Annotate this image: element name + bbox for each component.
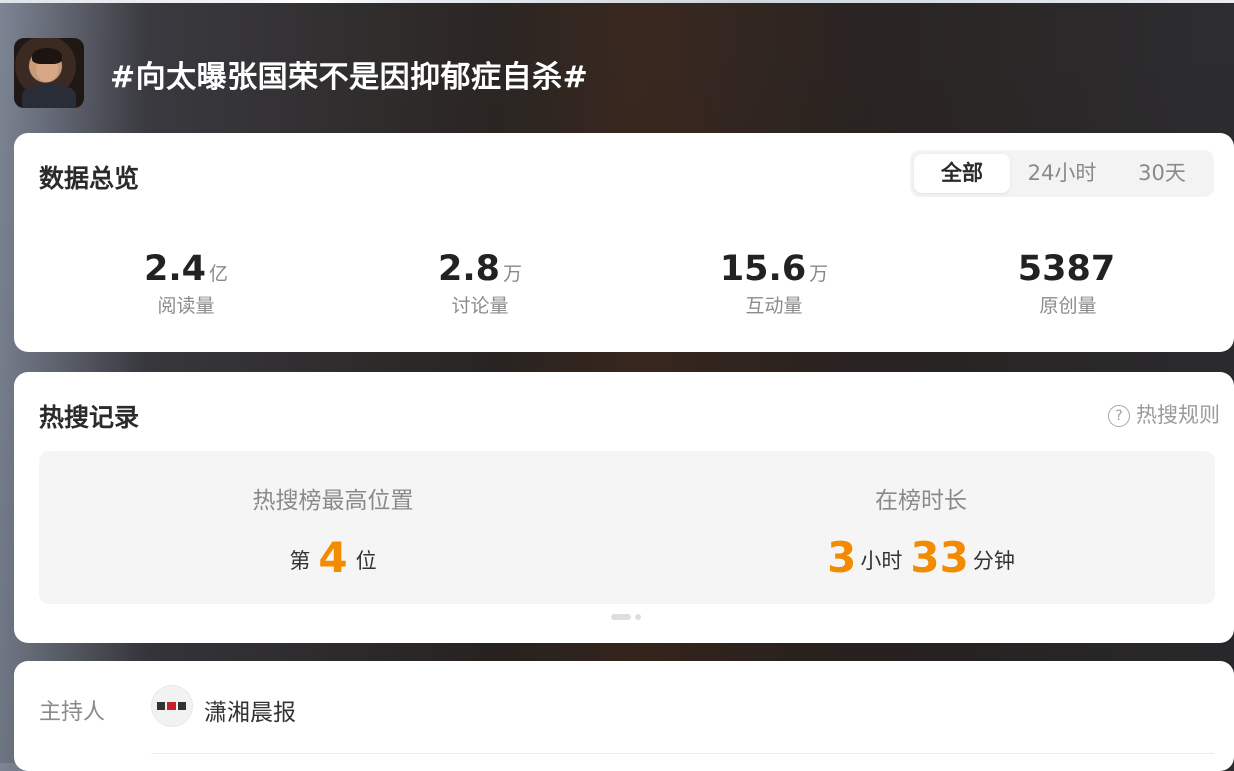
host-name[interactable]: 潇湘晨报 (204, 693, 296, 727)
stat-interactions: 15.6 万 互动量 (654, 249, 894, 318)
tab-all[interactable]: 全部 (914, 154, 1010, 193)
rank-value: 4 (318, 533, 348, 582)
topic-title: #向太曝张国荣不是因抑郁症自杀# (110, 60, 589, 95)
host-label: 主持人 (39, 700, 106, 725)
topic-avatar[interactable] (14, 38, 84, 108)
hot-search-card: 热搜记录 ? 热搜规则 热搜榜最高位置 第4位 在榜时长 3 小时 33 分钟 (14, 372, 1234, 643)
question-circle-icon: ? (1108, 405, 1130, 427)
stat-label: 互动量 (745, 295, 803, 317)
highest-rank-value-row: 第4位 (39, 533, 627, 582)
stat-label: 讨论量 (451, 295, 509, 317)
stat-reads: 2.4 亿 阅读量 (66, 249, 306, 318)
rank-prefix: 第 (289, 549, 311, 573)
duration-value-row: 3 小时 33 分钟 (627, 533, 1215, 582)
stat-originals: 5387 原创量 (948, 249, 1188, 318)
avatar-figure-coat (22, 84, 76, 108)
stat-label: 阅读量 (157, 295, 215, 317)
avatar-figure-hair (32, 48, 62, 64)
duration-hours: 3 (827, 533, 857, 582)
carousel-dot[interactable] (635, 614, 641, 620)
host-avatar[interactable] (151, 685, 193, 727)
stat-value: 2.8 (437, 249, 500, 289)
carousel-dot-active[interactable] (611, 614, 631, 620)
overview-card: 数据总览 全部 24小时 30天 2.4 亿 阅读量 2.8 万 讨论量 15.6 万… (14, 133, 1234, 352)
stat-unit: 万 (503, 263, 523, 285)
tab-30d[interactable]: 30天 (1114, 154, 1210, 193)
duration-minutes: 33 (910, 533, 969, 582)
stat-discussions: 2.8 万 讨论量 (360, 249, 600, 318)
topic-header: #向太曝张国荣不是因抑郁症自杀# (14, 38, 1214, 110)
host-logo-icon (157, 702, 187, 710)
stat-unit: 万 (809, 263, 829, 285)
rank-suffix: 位 (355, 549, 377, 573)
hours-unit: 小时 (860, 549, 903, 573)
stat-value: 15.6 (719, 249, 807, 289)
divider (151, 753, 1214, 754)
stat-unit: 亿 (209, 263, 229, 285)
highest-rank-label: 热搜榜最高位置 (252, 488, 414, 514)
hot-search-title: 热搜记录 (39, 403, 140, 432)
tab-24h[interactable]: 24小时 (1014, 154, 1110, 193)
host-card: 主持人 潇湘晨报 (14, 661, 1234, 771)
stat-value: 2.4 (143, 249, 206, 289)
time-range-selector: 全部 24小时 30天 (910, 150, 1214, 197)
stat-label: 原创量 (1039, 295, 1097, 317)
duration-label: 在榜时长 (875, 488, 967, 514)
stat-value: 5387 (1017, 249, 1116, 289)
hot-search-rules-link[interactable]: ? 热搜规则 (1108, 399, 1220, 429)
rules-label: 热搜规则 (1136, 403, 1220, 427)
overview-title: 数据总览 (39, 164, 140, 193)
duration-metric: 在榜时长 3 小时 33 分钟 (627, 481, 1215, 582)
minutes-unit: 分钟 (972, 549, 1015, 573)
hot-search-panel: 热搜榜最高位置 第4位 在榜时长 3 小时 33 分钟 (39, 451, 1215, 604)
highest-rank-metric: 热搜榜最高位置 第4位 (39, 481, 627, 582)
